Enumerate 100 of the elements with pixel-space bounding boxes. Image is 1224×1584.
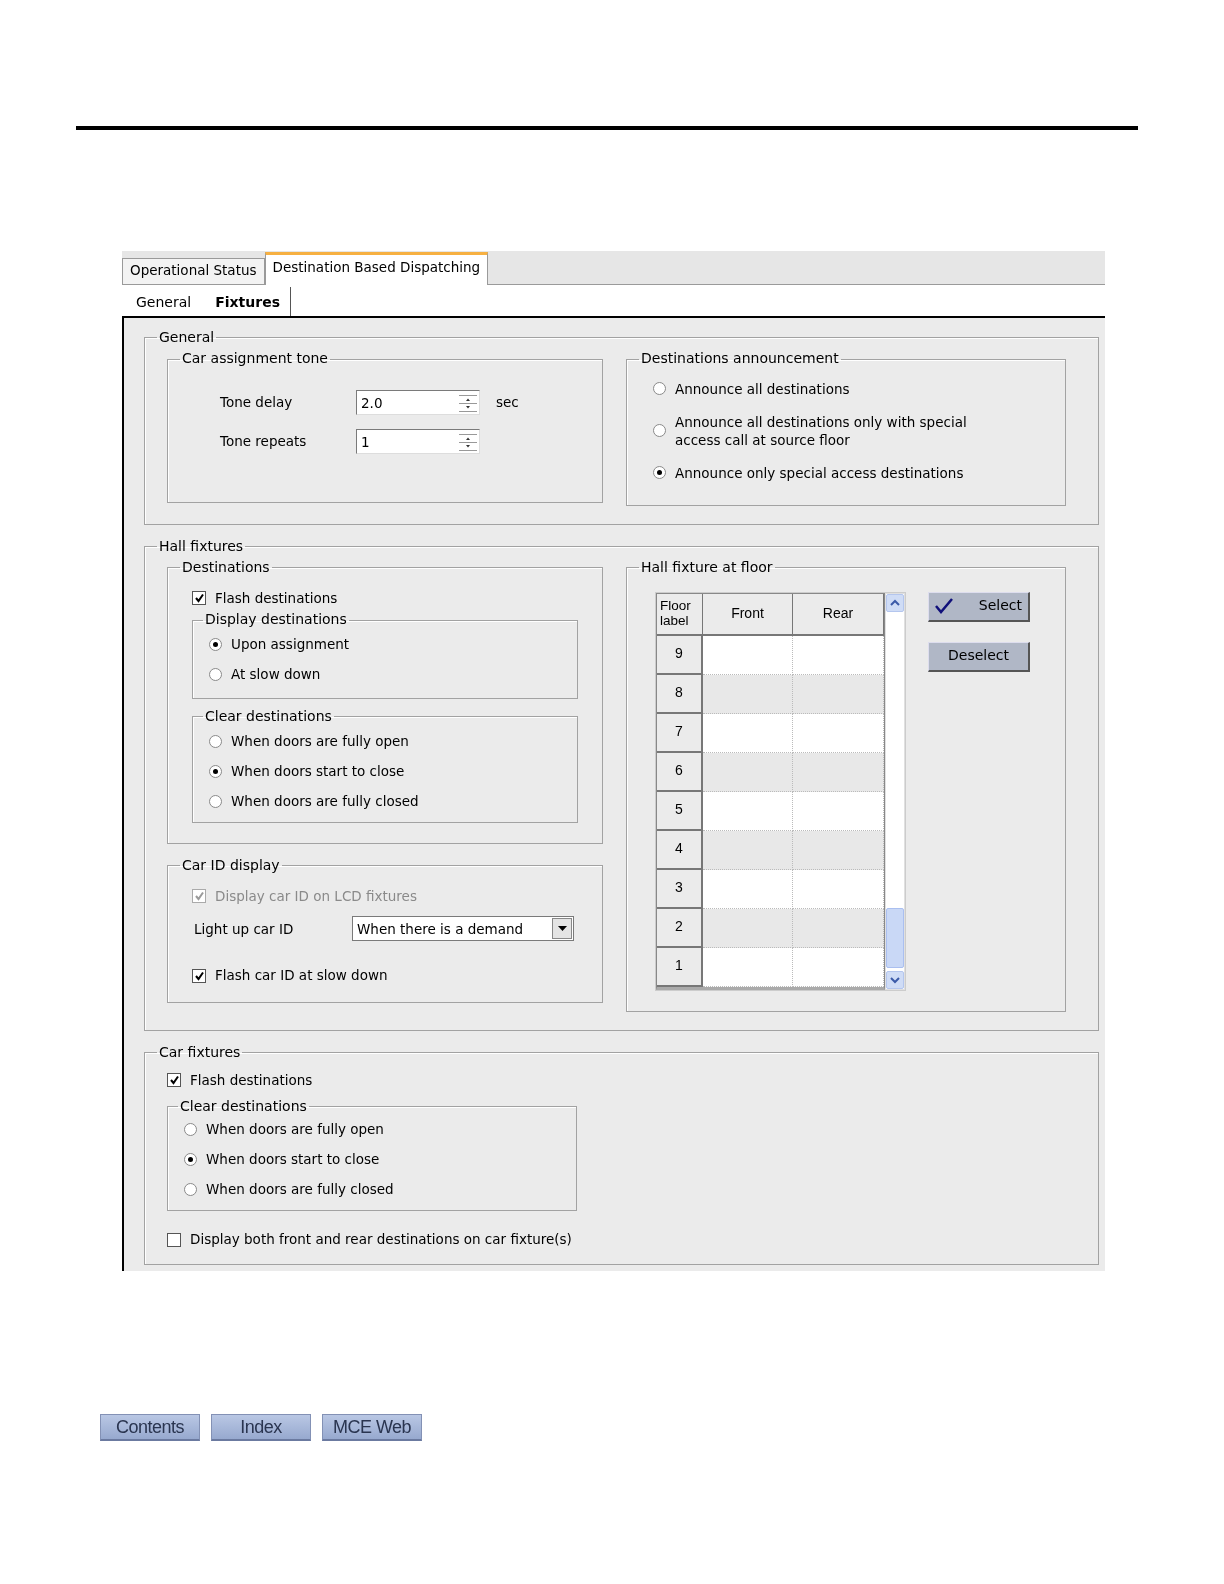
table-cell[interactable] <box>793 830 884 870</box>
tab[interactable]: Destination Based Dispatching <box>264 252 489 285</box>
column-header: Floor label <box>657 593 703 636</box>
checkbox[interactable] <box>192 591 206 605</box>
check-icon <box>193 593 205 603</box>
spin-arrows-icon <box>459 433 477 451</box>
table-cell[interactable] <box>793 674 884 714</box>
option-label: When doors start to close <box>206 1150 380 1168</box>
group-title: General <box>158 330 216 346</box>
table-cell[interactable] <box>703 869 793 909</box>
group-title: Car assignment tone <box>181 351 329 367</box>
row-header: 9 <box>657 635 703 675</box>
table-cell[interactable] <box>703 908 793 948</box>
scroll-up-button[interactable] <box>886 593 904 612</box>
row-header: 2 <box>657 908 703 948</box>
nav-button[interactable]: Contents <box>100 1414 200 1442</box>
scrollbar[interactable] <box>885 592 905 990</box>
spin-field[interactable]: 1 <box>356 428 480 454</box>
row-header: 4 <box>657 830 703 870</box>
radio-button[interactable] <box>209 668 222 682</box>
table-cell[interactable] <box>793 752 884 792</box>
option-label: Announce only special access destinations <box>675 463 964 482</box>
radio-button[interactable] <box>209 764 222 778</box>
check-icon <box>935 598 953 615</box>
group-title: Clear destinations <box>179 1098 308 1115</box>
group-title: Hall fixtures <box>158 538 245 555</box>
tab[interactable]: Operational Status <box>122 258 265 284</box>
option-label: Announce all destinations only with special access call at source floor <box>675 412 968 449</box>
option-label: Upon assignment <box>231 636 350 654</box>
row-header: 8 <box>657 674 703 714</box>
group-title: Hall fixture at floor <box>640 560 774 576</box>
row-header: 6 <box>657 752 703 792</box>
table-cell[interactable] <box>793 908 884 948</box>
select-button[interactable]: Select <box>928 591 1030 622</box>
table-cell[interactable] <box>703 791 793 831</box>
table-cell[interactable] <box>793 713 884 753</box>
option-label: When doors start to close <box>231 762 405 780</box>
radio-button[interactable] <box>209 734 222 748</box>
group-title: Car fixtures <box>158 1044 242 1060</box>
option-label: When doors are fully open <box>206 1120 384 1138</box>
table-cell[interactable] <box>703 947 793 987</box>
group-title: Car ID display <box>181 858 281 874</box>
field-label: Light up car ID <box>194 920 295 938</box>
table-cell[interactable] <box>703 635 793 675</box>
checkbox[interactable] <box>192 968 206 983</box>
scroll-down-button[interactable] <box>886 970 904 989</box>
group-title: Destinations announcement <box>640 351 840 367</box>
radio-button[interactable] <box>184 1122 197 1136</box>
option-label: When doors are fully open <box>231 732 409 750</box>
table-cell[interactable] <box>793 869 884 909</box>
group-title: Display destinations <box>204 612 348 628</box>
scroll-thumb[interactable] <box>886 907 904 968</box>
field-label: Tone repeats <box>219 432 308 450</box>
radio-button[interactable] <box>184 1182 197 1196</box>
radio-button[interactable] <box>653 382 666 396</box>
radio-button[interactable] <box>184 1152 197 1166</box>
tab[interactable]: General <box>122 287 202 316</box>
check-icon <box>168 1075 180 1086</box>
checkbox[interactable] <box>167 1073 181 1088</box>
group-title: Clear destinations <box>204 708 333 725</box>
unit-label: sec <box>496 393 519 411</box>
table-cell[interactable] <box>793 947 884 987</box>
chevron-down-icon <box>890 975 900 984</box>
row-header: 3 <box>657 869 703 909</box>
radio-button[interactable] <box>653 424 666 438</box>
checkbox-label: Flash car ID at slow down <box>215 967 388 985</box>
column-header: Rear <box>793 593 884 636</box>
column-header: Front <box>703 593 793 636</box>
row-header: 1 <box>657 947 703 987</box>
dropdown-arrow-icon <box>557 926 567 932</box>
table-cell[interactable] <box>703 752 793 792</box>
checkbox-label: Flash destinations <box>190 1071 313 1089</box>
dropdown[interactable]: When there is a demand <box>352 916 574 942</box>
radio-button[interactable] <box>209 638 222 652</box>
table-cell[interactable] <box>703 674 793 714</box>
table-cell[interactable] <box>793 791 884 831</box>
field-label: Tone delay <box>219 393 294 411</box>
deselect-button[interactable]: Deselect <box>928 641 1030 672</box>
option-label: At slow down <box>231 666 321 684</box>
table-cell[interactable] <box>703 830 793 870</box>
checkbox-label: Display car ID on LCD fixtures <box>215 887 417 905</box>
check-icon <box>193 970 205 981</box>
nav-button[interactable]: MCE Web <box>322 1414 422 1442</box>
radio-button[interactable] <box>653 466 666 480</box>
group-title: Destinations <box>181 560 271 576</box>
radio-button[interactable] <box>209 794 222 808</box>
checkbox-label: Display both front and rear destinations on car fixture(s) <box>190 1231 572 1249</box>
row-header: 5 <box>657 791 703 831</box>
option-label: When doors are fully closed <box>206 1180 394 1198</box>
spin-field[interactable]: 2.0 <box>356 389 480 415</box>
option-label: When doors are fully closed <box>231 792 419 810</box>
option-label: Announce all destinations <box>675 379 850 398</box>
checkbox-label: Flash destinations <box>215 589 338 607</box>
checkbox[interactable] <box>167 1232 181 1247</box>
nav-button[interactable]: Index <box>211 1414 311 1442</box>
chevron-up-icon <box>890 598 900 607</box>
table-cell[interactable] <box>703 713 793 753</box>
check-icon <box>193 891 205 902</box>
row-header: 7 <box>657 713 703 753</box>
table-cell[interactable] <box>793 635 884 675</box>
